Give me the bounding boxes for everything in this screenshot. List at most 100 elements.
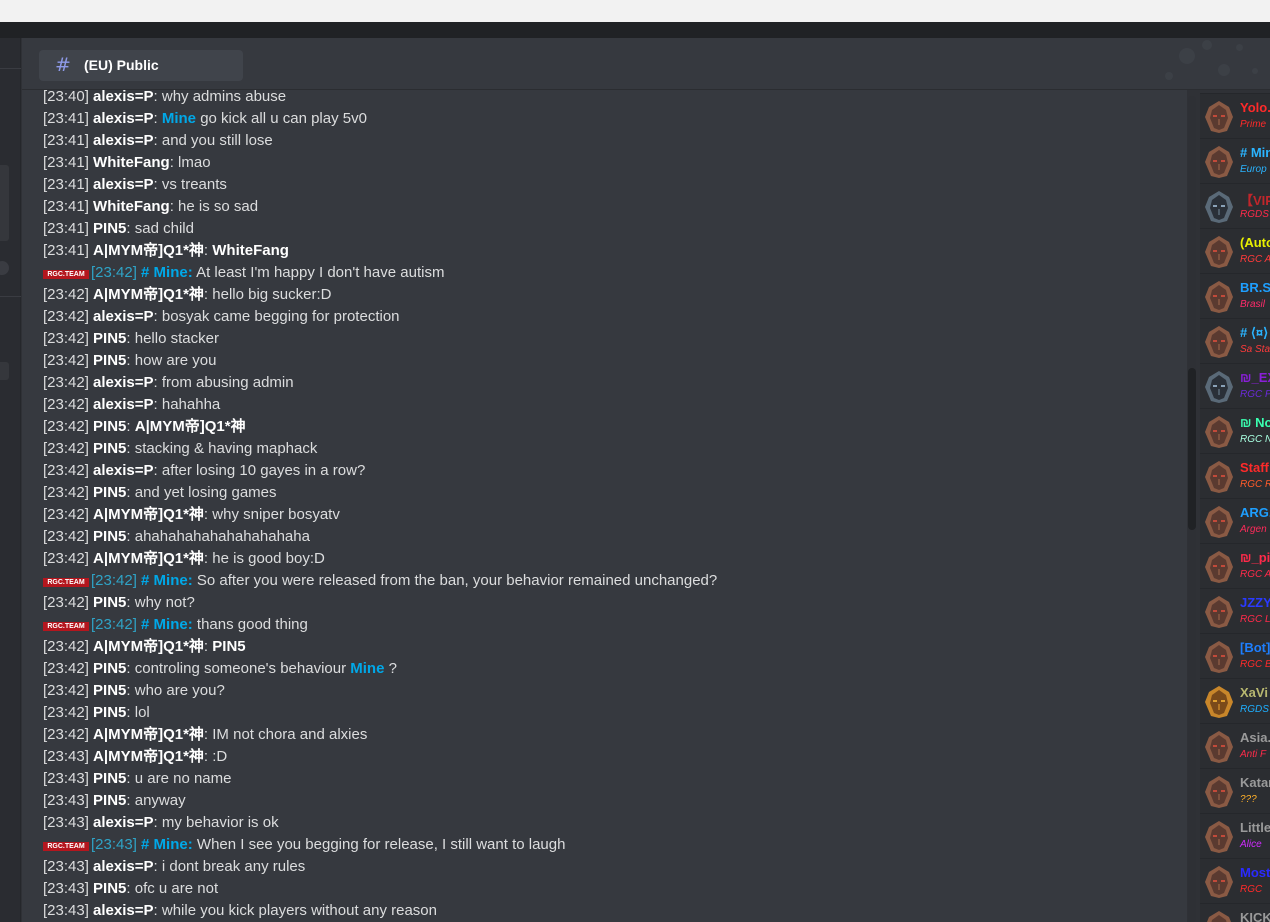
avatar <box>1204 145 1234 179</box>
member-item[interactable]: [Bot] RGC B <box>1200 633 1270 678</box>
member-name: Katar <box>1240 775 1270 790</box>
message-author: # Mine: <box>141 572 193 589</box>
message-text: my behavior is ok <box>161 814 279 831</box>
member-name: ₪_EX <box>1240 370 1270 385</box>
header-decoration <box>1252 68 1258 74</box>
member-status: Alice <box>1240 839 1262 850</box>
message-timestamp: [23:41] <box>43 198 89 215</box>
avatar <box>1204 415 1234 449</box>
member-status: RGC B <box>1240 659 1270 670</box>
message-text: ahahahahahahahahahaha <box>134 528 310 545</box>
message-timestamp: [23:42] <box>43 550 89 567</box>
member-status: RGDS <box>1240 209 1269 220</box>
message-text: while you kick players without any reaso… <box>161 902 437 919</box>
chat-message: [23:41] PIN5: sad child <box>43 220 194 237</box>
chat-message: [23:42] A|MYM帝]Q1*神: hello big sucker:D <box>43 286 332 303</box>
member-name: KICKY <box>1240 910 1270 922</box>
member-item[interactable]: Asia. Anti F <box>1200 723 1270 768</box>
message-list: [23:40] alexis=P: why admins abuse [23:41… <box>43 90 1183 922</box>
chat-log[interactable]: [23:40] alexis=P: why admins abuse [23:41… <box>22 90 1187 922</box>
member-status: Brasil <box>1240 299 1266 310</box>
message-text: after losing 10 gayes in a row? <box>161 462 366 479</box>
member-status: RGC P <box>1240 389 1270 400</box>
chat-message: RGC.TEAM [23:42] # Mine: At least I'm hap… <box>43 262 1183 284</box>
message-author: A|MYM帝]Q1*神 <box>93 726 204 743</box>
member-item[interactable]: # Min Europ <box>1200 138 1270 183</box>
message-author: # Mine: <box>141 264 193 281</box>
channel-name: (EU) Public <box>84 57 159 73</box>
member-status: RGC <box>1240 884 1263 895</box>
message-timestamp: [23:41] <box>43 242 89 259</box>
member-name: JZZY <box>1240 595 1270 610</box>
message-author: A|MYM帝]Q1*神 <box>93 242 204 259</box>
message-author: A|MYM帝]Q1*神 <box>93 638 204 655</box>
avatar <box>1204 460 1234 494</box>
sidebar-collapse-icon[interactable] <box>0 261 9 275</box>
sidebar-item[interactable] <box>0 362 9 380</box>
member-item[interactable]: Katar??? <box>1200 768 1270 813</box>
member-item[interactable]: ARG. Argen <box>1200 498 1270 543</box>
chat-message: [23:41] alexis=P: vs treants <box>43 176 227 193</box>
sidebar-divider <box>0 68 21 69</box>
member-list[interactable]: Yolo. Prime # Min Europ 【VIP】RGDS (Auto RGC A B… <box>1200 90 1270 922</box>
message-author: alexis=P <box>93 462 154 479</box>
chat-message: RGC.TEAM [23:43] # Mine: When I see you b… <box>43 834 1183 856</box>
avatar <box>1204 370 1234 404</box>
member-item[interactable]: Little Alice <box>1200 813 1270 858</box>
chat-scrollbar-thumb[interactable] <box>1188 368 1196 530</box>
message-timestamp: [23:42] <box>43 374 89 391</box>
message-author: A|MYM帝]Q1*神 <box>93 748 204 765</box>
message-timestamp: [23:43] <box>43 858 89 875</box>
avatar <box>1204 595 1234 629</box>
chat-message: [23:42] PIN5: controling someone's behav… <box>43 660 397 677</box>
member-item[interactable]: Staff RGC R <box>1200 453 1270 498</box>
message-author: alexis=P <box>93 858 154 875</box>
member-item[interactable]: 【VIP】RGDS <box>1200 183 1270 228</box>
message-text: IM not chora and alxies <box>212 726 368 743</box>
message-author: # Mine: <box>141 616 193 633</box>
chat-message: [23:43] alexis=P: i dont break any rules <box>43 858 306 875</box>
chat-message: [23:41] WhiteFang: lmao <box>43 154 211 171</box>
member-item[interactable]: Most RGC <box>1200 858 1270 903</box>
member-item[interactable]: XaVi RGDS A <box>1200 678 1270 723</box>
member-item[interactable]: (Auto RGC A <box>1200 228 1270 273</box>
message-author: PIN5 <box>93 440 127 457</box>
message-text: controling someone's behaviour <box>134 660 347 677</box>
message-timestamp: [23:41] <box>43 220 89 237</box>
member-item[interactable]: ₪ No RGC N <box>1200 408 1270 453</box>
chat-message: [23:42] A|MYM帝]Q1*神: IM not chora and al… <box>43 726 368 743</box>
hashtag-icon: # <box>55 54 71 76</box>
member-name: ₪_pi <box>1240 550 1270 565</box>
message-timestamp: [23:41] <box>43 110 89 127</box>
member-item[interactable]: ₪_pi RGC A <box>1200 543 1270 588</box>
message-timestamp: [23:42] <box>43 352 89 369</box>
member-item[interactable]: Yolo. Prime <box>1200 93 1270 138</box>
message-author: alexis=P <box>93 396 154 413</box>
avatar <box>1204 505 1234 539</box>
chat-message: [23:40] alexis=P: why admins abuse <box>43 90 287 105</box>
member-name: 【VIP】 <box>1240 193 1270 208</box>
message-timestamp: [23:42] <box>43 638 89 655</box>
member-name: [Bot] <box>1240 640 1270 655</box>
message-timestamp: [23:43] <box>43 902 89 919</box>
message-mention: Mine <box>350 660 385 677</box>
message-author: alexis=P <box>93 814 154 831</box>
message-timestamp: [23:42] <box>43 484 89 501</box>
browser-top-strip <box>0 0 1270 22</box>
message-text: go kick all u can play 5v0 <box>200 110 367 127</box>
chat-message: [23:42] alexis=P: after losing 10 gayes … <box>43 462 366 479</box>
member-item[interactable]: ₪_EX RGC P <box>1200 363 1270 408</box>
member-item[interactable]: JZZY RGC L <box>1200 588 1270 633</box>
chat-message: [23:43] alexis=P: my behavior is ok <box>43 814 279 831</box>
member-item[interactable]: # ⟨¤⟩ Sa Sta <box>1200 318 1270 363</box>
message-author: A|MYM帝]Q1*神 <box>93 286 204 303</box>
channel-header: # (EU) Public <box>22 38 1270 90</box>
member-item[interactable]: BR.SU Brasil <box>1200 273 1270 318</box>
message-timestamp: [23:41] <box>43 154 89 171</box>
message-author: PIN5 <box>93 704 127 721</box>
tab-eu-public[interactable]: # (EU) Public <box>39 50 243 81</box>
chat-message: [23:42] PIN5: ahahahahahahahahahaha <box>43 528 310 545</box>
member-item[interactable]: KICKY <box>1200 903 1270 922</box>
sidebar-panel[interactable] <box>0 165 9 241</box>
message-author: PIN5 <box>93 220 127 237</box>
